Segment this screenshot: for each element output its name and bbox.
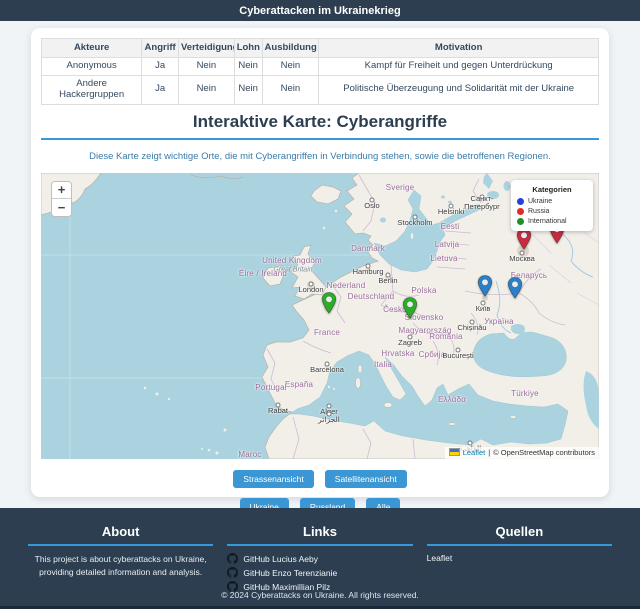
cell-ausbildung: Nein <box>261 75 320 105</box>
street-view-button[interactable]: Strassenansicht <box>233 469 314 488</box>
legend-item-russia: Russia <box>517 207 587 215</box>
map-description: Diese Karte zeigt wichtige Orte, die mit… <box>89 150 551 162</box>
map-attribution: Leaflet | © OpenStreetMap contributors <box>444 446 599 459</box>
footer-about-section: About This project is about cyberattacks… <box>28 524 214 595</box>
cell-ausbildung: Nein <box>261 57 320 76</box>
map-marker-russia[interactable] <box>516 227 532 255</box>
cell-motivation: Kampf für Freiheit und gegen Unterdrücku… <box>318 57 599 76</box>
legend-item-label: Ukraine <box>528 197 553 205</box>
app-title: Cyberattacken im Ukrainekrieg <box>239 4 401 17</box>
legend-item-label: Russia <box>528 207 550 215</box>
attribution-separator: | <box>488 447 491 457</box>
actors-table: Akteure Angriff Verteidigung Lohn Ausbil… <box>40 38 599 105</box>
zoom-in-button[interactable]: + <box>52 181 71 199</box>
col-header: Angriff <box>141 38 179 58</box>
footer-sources-section: Quellen Leaflet <box>426 524 612 595</box>
legend-color-dot-icon <box>517 197 524 205</box>
github-icon <box>227 553 239 564</box>
copyright-text: © 2024 Cyberattacks on Ukraine. All righ… <box>221 590 419 600</box>
ukraine-flag-icon <box>448 448 460 457</box>
legend-item-international: International <box>517 217 587 225</box>
col-header: Verteidigung <box>178 38 235 58</box>
github-link[interactable]: GitHub Lucius Aeby <box>227 553 412 564</box>
legend-color-dot-icon <box>517 217 524 225</box>
leaflet-link[interactable]: Leaflet <box>463 448 486 457</box>
legend-title: Kategorien <box>532 184 572 194</box>
cell-akteure: Andere Hackergruppen <box>40 75 143 105</box>
footer-links-section: Links GitHub Lucius Aeby GitHub Enzo Ter… <box>227 524 413 595</box>
header-bar: Cyberattacken im Ukrainekrieg <box>0 0 640 21</box>
page-title: Interaktive Karte: Cyberangriffe <box>41 112 599 140</box>
footer-about-title: About <box>28 524 214 546</box>
cell-angriff: Ja <box>141 75 179 105</box>
map-zoom-control: + − <box>51 180 72 217</box>
map-marker-ukraine[interactable] <box>507 276 523 304</box>
col-header: Lohn <box>233 38 263 58</box>
map-marker-ukraine[interactable] <box>477 274 493 302</box>
cell-akteure: Anonymous <box>40 57 143 76</box>
footer-sources-title: Quellen <box>426 524 612 546</box>
satellite-view-button[interactable]: Satellitenansicht <box>324 469 407 488</box>
legend-item-label: International <box>528 217 567 225</box>
cell-angriff: Ja <box>141 57 179 76</box>
footer: About This project is about cyberattacks… <box>0 508 640 609</box>
map[interactable]: Sverige Danmark Eesti Latvija Lietuva Беларус… <box>41 172 599 459</box>
zoom-out-button[interactable]: − <box>52 198 71 216</box>
map-marker-international[interactable] <box>402 296 418 324</box>
github-icon <box>227 567 239 578</box>
source-leaflet-link[interactable]: Leaflet <box>427 553 453 563</box>
footer-links-title: Links <box>227 524 413 546</box>
col-header: Akteure <box>40 38 143 58</box>
legend-color-dot-icon <box>517 207 524 215</box>
legend-item-ukraine: Ukraine <box>517 197 587 205</box>
cell-lohn: Nein <box>233 57 263 76</box>
footer-about-text: This project is about cyberattacks on Uk… <box>34 554 207 577</box>
map-legend: Kategorien Ukraine Russia International <box>511 179 593 231</box>
cell-lohn: Nein <box>233 75 263 105</box>
cell-verteidigung: Nein <box>178 57 235 76</box>
table-header-row: Akteure Angriff Verteidigung Lohn Ausbil… <box>40 38 599 58</box>
table-row: Anonymous Ja Nein Nein Nein Kampf für Fr… <box>40 57 599 76</box>
view-buttons: Strassenansicht Satellitenansicht <box>41 469 599 488</box>
map-marker-international[interactable] <box>321 291 337 319</box>
osm-attribution-link[interactable]: © OpenStreetMap contributors <box>493 448 595 457</box>
cell-motivation: Politische Überzeugung und Solidarität m… <box>318 75 599 105</box>
col-header: Ausbildung <box>261 38 320 58</box>
github-link[interactable]: GitHub Enzo Terenzianie <box>227 567 412 578</box>
cell-verteidigung: Nein <box>178 75 235 105</box>
col-header: Motivation <box>318 38 599 58</box>
table-row: Andere Hackergruppen Ja Nein Nein Nein P… <box>40 75 599 105</box>
content-card: Akteure Angriff Verteidigung Lohn Ausbil… <box>31 28 609 516</box>
github-link-label: GitHub Lucius Aeby <box>243 553 318 564</box>
github-link-label: GitHub Enzo Terenzianie <box>243 567 338 578</box>
